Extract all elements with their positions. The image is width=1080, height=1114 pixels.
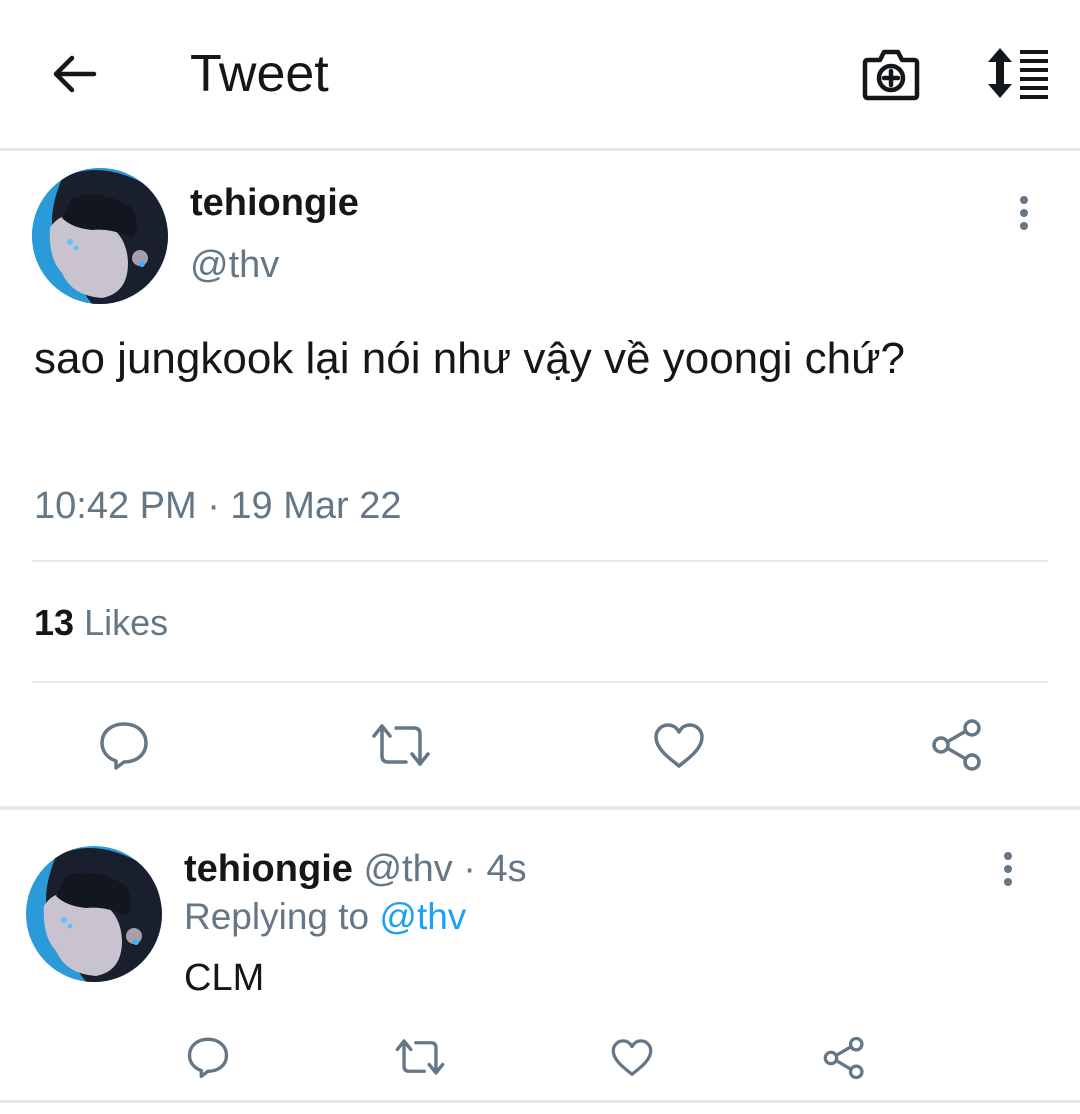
reply-icon	[187, 1037, 229, 1078]
share-icon	[932, 719, 981, 771]
retweet-button[interactable]	[370, 720, 432, 775]
reply-text: CLM	[184, 957, 265, 999]
reply-display-name[interactable]: tehiongie	[184, 848, 353, 890]
replying-prefix: Replying to	[184, 896, 370, 937]
bottom-divider	[0, 1100, 1080, 1103]
like-icon	[611, 1039, 653, 1076]
reply-handle-time: @thv · 4s	[363, 848, 527, 890]
like-icon	[654, 723, 704, 768]
divider	[32, 560, 1048, 562]
likes-label: Likes	[84, 602, 169, 643]
tweet-timestamp: 10:42 PM · 19 Mar 22	[34, 485, 402, 527]
reply-retweet-button[interactable]	[394, 1036, 446, 1083]
more-vertical-icon	[1020, 196, 1028, 230]
reply-header: tehiongie @thv · 4s	[184, 846, 527, 892]
reply-more-options-button[interactable]	[998, 850, 1018, 890]
like-button[interactable]	[652, 722, 706, 775]
likes-count: 13	[34, 602, 75, 643]
sort-list-icon	[988, 48, 1048, 99]
retweet-icon	[395, 1039, 445, 1075]
divider	[32, 681, 1048, 683]
camera-plus-icon	[862, 49, 920, 101]
arrow-left-icon	[53, 55, 97, 93]
reply-share-button[interactable]	[822, 1036, 866, 1085]
tweet-display-name[interactable]: tehiongie	[190, 180, 359, 226]
replying-handle-link[interactable]: @thv	[379, 896, 466, 937]
sort-button[interactable]	[984, 46, 1052, 100]
retweet-icon	[372, 724, 430, 766]
reply-reply-button[interactable]	[186, 1036, 230, 1083]
share-icon	[823, 1036, 864, 1080]
replying-to: Replying to @thv	[184, 894, 466, 940]
more-options-button[interactable]	[1014, 194, 1034, 234]
reply-button[interactable]	[98, 720, 150, 775]
page-title: Tweet	[190, 45, 329, 103]
reply-icon	[100, 722, 148, 770]
avatar[interactable]	[32, 168, 168, 304]
reply-like-button[interactable]	[610, 1038, 654, 1083]
share-button[interactable]	[930, 718, 984, 777]
camera-button[interactable]	[862, 46, 920, 102]
tweet-text: sao jungkook lại nói như vậy về yoongi c…	[34, 334, 905, 383]
tweet-handle[interactable]: @thv	[190, 242, 279, 288]
likes-count-link[interactable]: 13 Likes	[34, 600, 168, 646]
section-divider	[0, 806, 1080, 810]
more-vertical-icon	[1004, 852, 1012, 886]
back-button[interactable]	[50, 50, 98, 98]
reply-avatar[interactable]	[26, 846, 162, 982]
